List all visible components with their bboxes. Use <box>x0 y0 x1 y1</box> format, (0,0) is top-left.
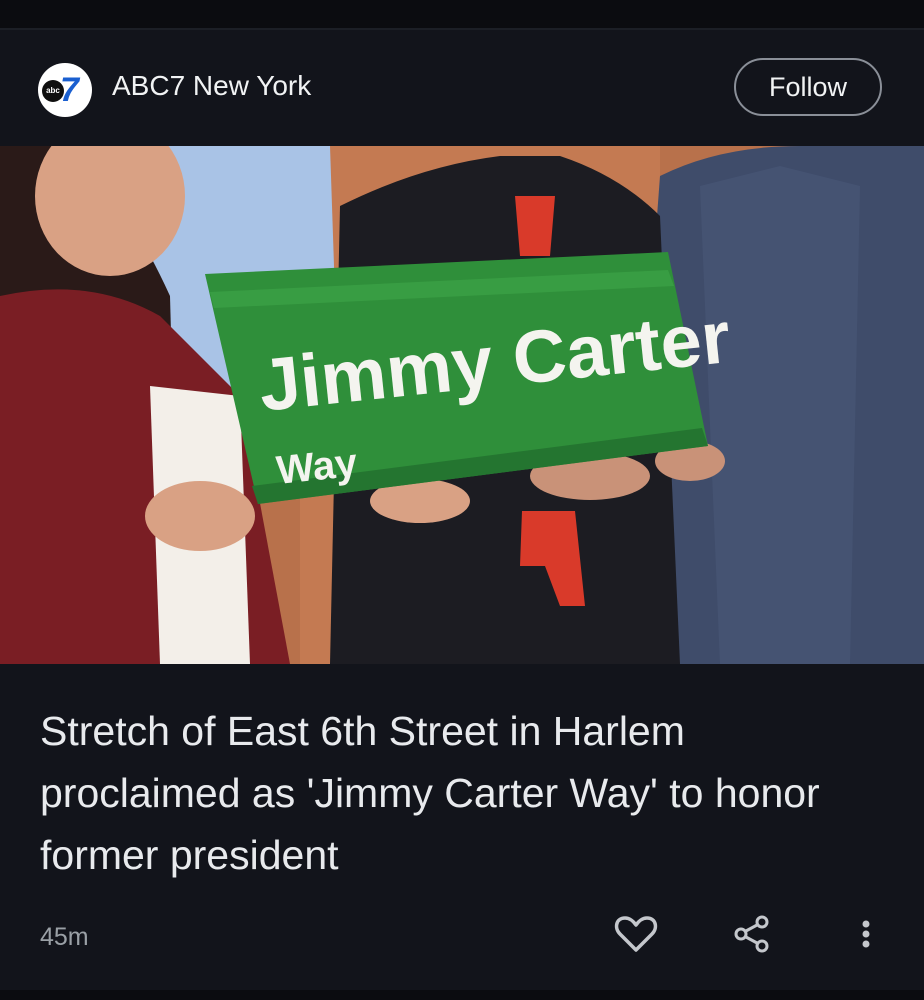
status-strip <box>0 0 924 30</box>
news-card[interactable]: abc 7 ABC7 New York Follow Jimmy Carter … <box>0 30 924 990</box>
card-header: abc 7 ABC7 New York Follow <box>0 30 924 146</box>
sign-line-2: Way <box>274 441 360 493</box>
share-button[interactable] <box>728 910 776 958</box>
article-timestamp: 45m <box>40 923 89 951</box>
bottom-strip <box>0 990 924 1000</box>
heart-icon <box>614 916 658 952</box>
article-photo: Jimmy Carter Way <box>0 146 924 664</box>
logo-seven-mark: 7 <box>60 71 79 109</box>
publisher-logo[interactable]: abc 7 <box>38 63 92 117</box>
article-headline[interactable]: Stretch of East 6th Street in Harlem pro… <box>40 700 890 886</box>
like-button[interactable] <box>612 910 660 958</box>
follow-button[interactable]: Follow <box>734 58 882 116</box>
article-image[interactable]: Jimmy Carter Way <box>0 146 924 664</box>
publisher-name[interactable]: ABC7 New York <box>112 70 311 102</box>
share-icon <box>734 915 769 953</box>
more-options-button[interactable] <box>842 910 890 958</box>
more-vert-icon <box>862 920 870 948</box>
